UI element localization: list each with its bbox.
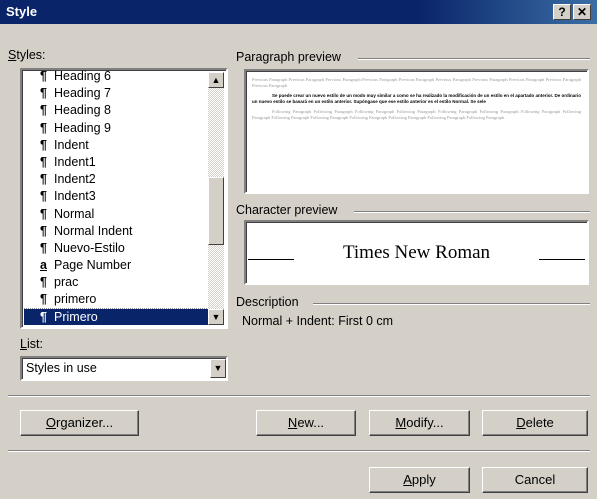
style-list-item-label: Heading 6 [54,69,111,83]
styles-list: ¶ Heading 6 ¶ Heading 7 ¶ Heading 8 ¶ Heading 9… [24,68,208,325]
paragraph-style-icon: ¶ [40,120,47,135]
modify-button[interactable]: Modify... [369,410,470,436]
paragraph-style-icon: ¶ [40,223,47,238]
paragraph-style-icon: ¶ [40,292,47,307]
scroll-thumb[interactable] [208,177,224,245]
character-preview-sample: Times New Roman [342,242,491,263]
paragraph-style-icon: ¶ [40,206,47,221]
separator-bottom [8,450,590,452]
new-button[interactable]: New... [256,410,356,436]
style-list-item-label: Page Number [54,258,132,273]
style-list-item[interactable]: ¶ Normal Indent [24,223,208,240]
paragraph-preview-divider [358,58,590,60]
style-list-item-label: Indent2 [54,172,96,187]
style-list-item-label: Indent [54,137,89,152]
style-list-item[interactable]: ¶ Heading 8 [24,102,208,119]
title-bar: Style ? ✕ [0,0,597,24]
styles-scrollbar[interactable]: ▲ ▼ [208,72,224,325]
scroll-up-button[interactable]: ▲ [208,72,224,88]
description-label: Description [236,295,299,309]
list-label: List: [20,337,43,351]
description-text: Normal + Indent: First 0 cm [242,314,394,328]
style-list-item-label: Heading 8 [54,103,111,118]
style-list-item[interactable]: ¶ Normal [24,206,208,223]
help-button[interactable]: ? [553,4,571,20]
character-preview-box: Times New Roman [244,220,589,285]
paragraph-style-icon: ¶ [40,189,47,204]
paragraph-style-icon: ¶ [40,275,47,290]
style-list-item-label: prac [54,275,79,290]
style-list-item-label: Nuevo-Estilo [54,240,125,255]
paragraph-preview-label: Paragraph preview [236,50,341,64]
paragraph-style-icon: ¶ [40,137,47,152]
paragraph-style-icon: ¶ [40,103,47,118]
style-list-item[interactable]: ¶ Indent3 [24,188,208,205]
organizer-button[interactable]: Organizer... [20,410,139,436]
paragraph-style-icon: ¶ [40,154,47,169]
style-list-item[interactable]: ¶ Heading 7 [24,85,208,102]
paragraph-preview-box: Previous Paragraph Previous Paragraph Pr… [244,69,589,194]
style-list-item-label: primero [54,292,97,307]
style-list-item[interactable]: ¶ Indent [24,137,208,154]
paragraph-style-icon: ¶ [40,240,47,255]
style-list-item[interactable]: ¶ Indent1 [24,154,208,171]
styles-listbox[interactable]: ¶ Heading 6 ¶ Heading 7 ¶ Heading 8 ¶ Heading 9… [20,68,228,329]
style-list-item[interactable]: ¶ Primero [24,307,208,325]
previous-paragraph-text: Previous Paragraph Previous Paragraph Pr… [252,77,581,88]
description-divider [313,303,590,305]
close-button[interactable]: ✕ [573,4,591,20]
style-list-item-label: Indent1 [54,154,96,169]
style-list-item[interactable]: a Page Number [24,257,208,274]
style-list-item-label: Normal Indent [54,223,133,238]
list-combobox[interactable]: Styles in use ▼ [20,356,228,381]
following-paragraph-text: Following Paragraph Following Paragraph … [252,109,581,120]
preview-line-right [539,259,585,260]
character-style-icon: a [40,258,47,273]
scroll-down-button[interactable]: ▼ [208,309,224,325]
styles-label: Styles: [8,48,46,62]
paragraph-style-icon: ¶ [40,309,47,324]
style-list-item[interactable]: ¶ primero [24,291,208,308]
style-list-item[interactable]: ¶ prac [24,274,208,291]
style-list-item-label: Primero [54,309,98,324]
style-list-item-label: Heading 9 [54,120,111,135]
chevron-down-icon[interactable]: ▼ [210,359,226,378]
apply-button[interactable]: Apply [369,467,470,493]
paragraph-style-icon: ¶ [40,69,47,83]
style-list-item[interactable]: ¶ Nuevo-Estilo [24,240,208,257]
style-list-item-label: Indent3 [54,189,96,204]
style-list-item-label: Normal [54,206,95,221]
window-title: Style [6,4,38,19]
current-paragraph-text: Se puede crear un nuevo estilo de un mod… [252,93,581,104]
character-preview-label: Character preview [236,203,338,217]
style-list-item-label: Heading 7 [54,86,111,101]
cancel-button[interactable]: Cancel [482,467,588,493]
separator-top [8,395,590,397]
paragraph-style-icon: ¶ [40,86,47,101]
paragraph-style-icon: ¶ [40,172,47,187]
style-list-item[interactable]: ¶ Heading 6 [24,68,208,85]
list-combobox-value: Styles in use [26,361,97,375]
character-preview-divider [354,211,590,213]
style-list-item[interactable]: ¶ Heading 9 [24,120,208,137]
style-list-item[interactable]: ¶ Indent2 [24,171,208,188]
delete-button[interactable]: Delete [482,410,588,436]
